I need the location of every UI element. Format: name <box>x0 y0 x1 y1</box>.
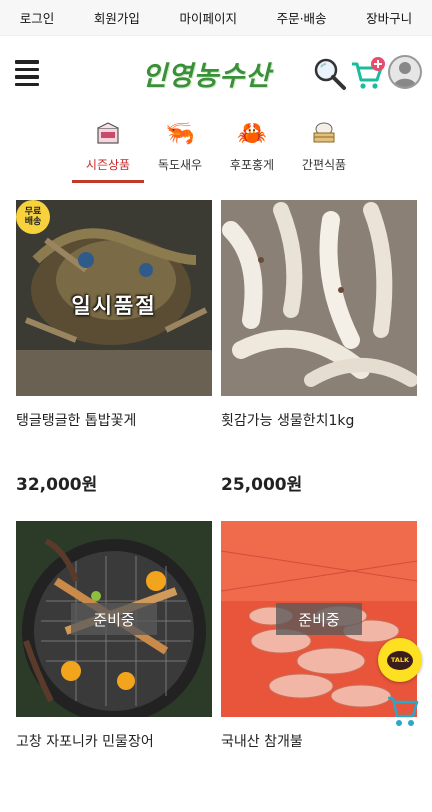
tab-label: 간편식품 <box>301 158 347 172</box>
user-avatar-icon[interactable] <box>388 55 422 89</box>
product-name[interactable]: 국내산 참개불 <box>221 731 417 751</box>
product-card[interactable]: 준비중 고창 자포니카 민물장어 <box>16 521 212 751</box>
product-card[interactable]: 횟감가능 생물한치1kg 25,000원 <box>221 200 417 495</box>
product-card[interactable]: 무료 배송 일시품절 탱글탱글한 톱밥꽃게 32,000원 <box>16 200 212 495</box>
tab-season-products[interactable]: 시즌상품 <box>72 110 144 184</box>
product-price: 25,000원 <box>221 475 303 495</box>
mypage-link[interactable]: 마이페이지 <box>179 8 237 27</box>
product-name[interactable]: 횟감가능 생물한치1kg <box>221 410 417 430</box>
free-shipping-badge: 무료 배송 <box>16 200 50 234</box>
kakao-talk-button[interactable]: TALK <box>378 638 422 682</box>
tab-dokdo-shrimp[interactable]: 🦐 독도새우 <box>144 110 216 184</box>
shrimp-icon: 🦐 <box>165 119 195 147</box>
tab-convenience-food[interactable]: 간편식품 <box>288 110 360 184</box>
site-logo[interactable]: 인영농수산 <box>142 54 271 93</box>
product-image[interactable]: 무료 배송 일시품절 <box>16 200 212 396</box>
login-link[interactable]: 로그인 <box>20 8 55 27</box>
product-price: 32,000원 <box>16 475 98 495</box>
new-box-icon <box>93 118 123 148</box>
order-delivery-link[interactable]: 주문·배송 <box>277 8 327 27</box>
product-name[interactable]: 고창 자포니카 민물장어 <box>16 731 212 751</box>
cart-add-icon[interactable] <box>350 56 386 92</box>
signup-link[interactable]: 회원가입 <box>94 8 140 27</box>
product-image[interactable]: 준비중 <box>16 521 212 717</box>
header: 인영농수산 <box>0 36 432 110</box>
steamed-bun-icon <box>309 118 339 148</box>
crab-icon: 🦀 <box>237 119 267 147</box>
top-nav: 로그인 회원가입 마이페이지 주문·배송 장바구니 <box>0 0 432 36</box>
cart-link[interactable]: 장바구니 <box>366 8 412 27</box>
category-tabs: 시즌상품 🦐 독도새우 🦀 후포홍게 간편식품 <box>0 110 432 184</box>
tab-label: 독도새우 <box>157 158 203 172</box>
product-image[interactable]: 준비중 <box>221 521 417 717</box>
menu-icon[interactable] <box>15 60 39 86</box>
preparing-label: 준비중 <box>71 603 157 635</box>
product-name[interactable]: 탱글탱글한 톱밥꽃게 <box>16 410 212 430</box>
talk-bubble-icon: TALK <box>387 650 413 670</box>
floating-cart-icon[interactable] <box>386 690 420 730</box>
tab-hupo-red-crab[interactable]: 🦀 후포홍게 <box>216 110 288 184</box>
tab-label: 시즌상품 <box>85 158 131 172</box>
search-icon[interactable] <box>312 56 348 92</box>
preparing-label: 준비중 <box>276 603 362 635</box>
sold-out-label: 일시품절 <box>71 294 157 318</box>
tab-label: 후포홍게 <box>229 158 275 172</box>
product-image[interactable] <box>221 200 417 396</box>
